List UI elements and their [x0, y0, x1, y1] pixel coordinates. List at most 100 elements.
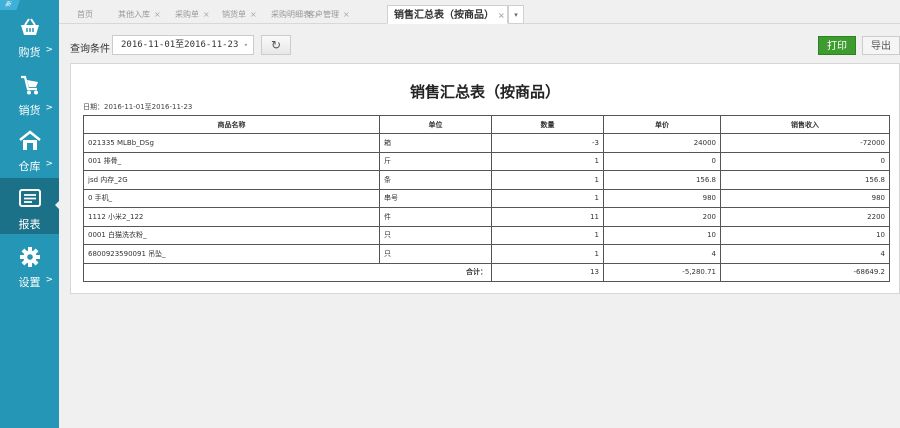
cell-revenue: 156.8 [720, 170, 890, 190]
table-row: 0001 白猫洗衣粉_ 只 1 10 10 [83, 225, 890, 245]
cart-icon [19, 74, 41, 96]
chevron-right-icon: > [45, 159, 53, 169]
table-row: 6800923590091 吊坠_ 只 1 4 4 [83, 244, 890, 264]
cell-price: 24000 [603, 133, 721, 153]
print-button[interactable]: 打印 [818, 36, 856, 55]
totals-price: -5,280.71 [603, 262, 721, 282]
sidebar: 新 购货 > 销货 > 仓库 > 报表 设置 > [0, 0, 60, 428]
column-header-revenue: 销售收入 [720, 115, 890, 134]
cell-revenue: 0 [720, 151, 890, 171]
column-header-product-name: 商品名称 [83, 115, 380, 134]
column-header-unit-price: 单价 [603, 115, 721, 134]
table-row: 0 手机_ 串号 1 980 980 [83, 188, 890, 208]
tab-label: 销货单 [222, 10, 246, 19]
tab-other-inbound[interactable]: 其他入库 × [112, 5, 161, 24]
totals-quantity: 13 [491, 262, 604, 282]
cell-quantity: 1 [491, 244, 604, 264]
cell-unit: 箱 [379, 133, 492, 153]
active-indicator [55, 200, 60, 210]
tab-label: 首页 [77, 10, 93, 19]
cell-product: 0 手机_ [83, 188, 380, 208]
cell-product: 0001 白猫洗衣粉_ [83, 225, 380, 245]
table-header-row: 商品名称 单位 数量 单价 销售收入 [83, 115, 890, 134]
cell-quantity: 1 [491, 170, 604, 190]
totals-revenue: -68649.2 [720, 262, 890, 282]
tab-label: 采购单 [175, 10, 199, 19]
date-range-select[interactable]: 2016-11-01至2016-11-23 ▾ [112, 35, 254, 55]
cell-unit: 只 [379, 244, 492, 264]
close-icon[interactable]: × [203, 10, 210, 19]
cell-price: 0 [603, 151, 721, 171]
refresh-button[interactable]: ↻ [261, 35, 291, 55]
tab-home[interactable]: 首页 [71, 5, 93, 24]
totals-label: 合计： [83, 262, 492, 282]
table-row: 001 排骨_ 斤 1 0 0 [83, 151, 890, 171]
cell-product: jsd 内存_2G [83, 170, 380, 190]
column-header-unit: 单位 [379, 115, 492, 134]
cell-price: 4 [603, 244, 721, 264]
column-header-quantity: 数量 [491, 115, 604, 134]
cell-revenue: -72000 [720, 133, 890, 153]
close-icon[interactable]: × [498, 11, 505, 20]
cell-quantity: 1 [491, 188, 604, 208]
chevron-down-icon: ▾ [243, 41, 248, 49]
cell-product: 021335 MLBb_DSg [83, 133, 380, 153]
refresh-icon: ↻ [270, 38, 282, 52]
cell-quantity: 1 [491, 225, 604, 245]
nav-sales[interactable]: 销货 > [0, 64, 59, 120]
cell-product: 6800923590091 吊坠_ [83, 244, 380, 264]
tab-bar: 首页 其他入库 × 采购单 × 销货单 × 采购明细表 × 客户管理 × 销售汇总表（按商… [59, 0, 900, 24]
cell-revenue: 980 [720, 188, 890, 208]
gear-icon [19, 246, 41, 268]
report-title: 销售汇总表（按商品） [409, 83, 560, 101]
tab-dropdown-button[interactable]: ▾ [508, 5, 524, 24]
cell-revenue: 2200 [720, 207, 890, 227]
table-row: 021335 MLBb_DSg 箱 -3 24000 -72000 [83, 133, 890, 153]
nav-purchase[interactable]: 购货 > [0, 6, 59, 62]
nav-settings[interactable]: 设置 > [0, 236, 59, 292]
cell-quantity: 1 [491, 151, 604, 171]
close-icon[interactable]: × [250, 10, 257, 19]
cell-product: 001 排骨_ [83, 151, 380, 171]
report-table: 商品名称 单位 数量 单价 销售收入 021335 MLBb_DSg 箱 -3 … [83, 115, 890, 282]
export-button[interactable]: 导出 [862, 36, 900, 55]
totals-row: 合计： 13 -5,280.71 -68649.2 [83, 262, 890, 282]
cell-unit: 斤 [379, 151, 492, 171]
cell-price: 200 [603, 207, 721, 227]
table-row: jsd 内存_2G 条 1 156.8 156.8 [83, 170, 890, 190]
cell-product: 1112 小米2_122 [83, 207, 380, 227]
cell-price: 10 [603, 225, 721, 245]
query-label: 查询条件 [70, 44, 110, 55]
chevron-right-icon: > [45, 103, 53, 113]
chevron-right-icon: > [45, 45, 53, 55]
nav-reports-label: 报表 [18, 218, 41, 231]
date-range-value: 2016-11-01至2016-11-23 [121, 40, 239, 50]
cell-quantity: 11 [491, 207, 604, 227]
tab-customer-management[interactable]: 客户管理 × [301, 5, 350, 24]
table-row: 1112 小米2_122 件 11 200 2200 [83, 207, 890, 227]
tab-label: 客户管理 [307, 10, 339, 19]
tab-label: 销售汇总表（按商品） [394, 10, 494, 21]
cell-unit: 条 [379, 170, 492, 190]
nav-warehouse[interactable]: 仓库 > [0, 120, 59, 176]
nav-reports[interactable]: 报表 [0, 178, 60, 234]
cell-price: 156.8 [603, 170, 721, 190]
tab-sales-summary-by-product[interactable]: 销售汇总表（按商品） × [387, 5, 508, 24]
cell-revenue: 10 [720, 225, 890, 245]
cell-unit: 件 [379, 207, 492, 227]
report-panel: 销售汇总表（按商品） 日期：2016-11-01至2016-11-23 商品名称… [70, 63, 900, 294]
cell-revenue: 4 [720, 244, 890, 264]
basket-icon [19, 16, 41, 38]
tab-purchase-order[interactable]: 采购单 × [169, 5, 210, 24]
chevron-right-icon: > [45, 275, 53, 285]
tab-sales-order[interactable]: 销货单 × [216, 5, 257, 24]
tab-label: 其他入库 [118, 10, 150, 19]
close-icon[interactable]: × [343, 10, 350, 19]
cell-unit: 只 [379, 225, 492, 245]
cell-unit: 串号 [379, 188, 492, 208]
close-icon[interactable]: × [154, 10, 161, 19]
report-icon [18, 188, 41, 210]
warehouse-icon [18, 130, 41, 152]
report-date: 日期：2016-11-01至2016-11-23 [83, 103, 193, 111]
cell-price: 980 [603, 188, 721, 208]
